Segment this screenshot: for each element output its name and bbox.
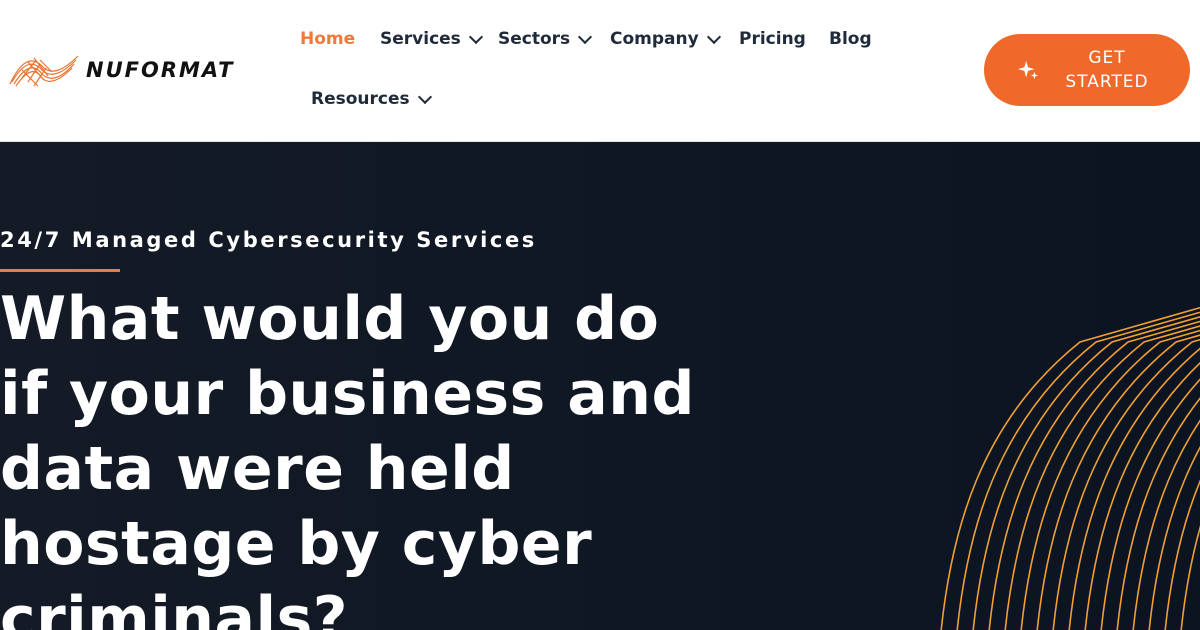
nav-blog[interactable]: Blog: [829, 29, 872, 49]
wave-line: [940, 306, 1200, 630]
nav-company-label: Company: [610, 29, 699, 49]
hero-section: 24/7 Managed Cybersecurity Services What…: [0, 142, 1200, 630]
nav-pricing-label: Pricing: [739, 29, 806, 49]
sparkle-icon: [1017, 60, 1039, 80]
orange-wave-decoration: [940, 306, 1200, 630]
nav-resources[interactable]: Resources: [311, 89, 432, 109]
nav-blog-label: Blog: [829, 29, 872, 49]
nav-home[interactable]: Home: [300, 29, 355, 49]
logo-mark-icon: [9, 55, 79, 87]
nav-company[interactable]: Company: [610, 29, 721, 49]
hero-headline: What would you do if your business and d…: [0, 284, 695, 630]
chevron-down-icon: [706, 29, 721, 44]
nuformat-logo[interactable]: NUFORMAT: [8, 48, 278, 92]
logo-wordmark: NUFORMAT: [86, 58, 235, 82]
nav-home-label: Home: [300, 29, 356, 49]
nav-services[interactable]: Services: [380, 29, 483, 49]
hero-eyebrow: 24/7 Managed Cybersecurity Services: [0, 228, 537, 252]
get-started-button[interactable]: GET STARTED: [984, 34, 1190, 106]
nav-services-label: Services: [380, 29, 461, 49]
chevron-down-icon: [468, 29, 483, 44]
nav-sectors[interactable]: Sectors: [498, 29, 593, 49]
nav-resources-label: Resources: [311, 89, 410, 109]
chevron-down-icon: [578, 29, 593, 44]
get-started-label: GET STARTED: [1065, 48, 1149, 92]
nav-pricing[interactable]: Pricing: [739, 29, 806, 49]
chevron-down-icon: [417, 89, 432, 104]
eyebrow-underline: [0, 269, 120, 272]
nav-sectors-label: Sectors: [498, 29, 571, 49]
site-header: NUFORMAT Home Services Sectors Company P…: [0, 0, 1200, 142]
